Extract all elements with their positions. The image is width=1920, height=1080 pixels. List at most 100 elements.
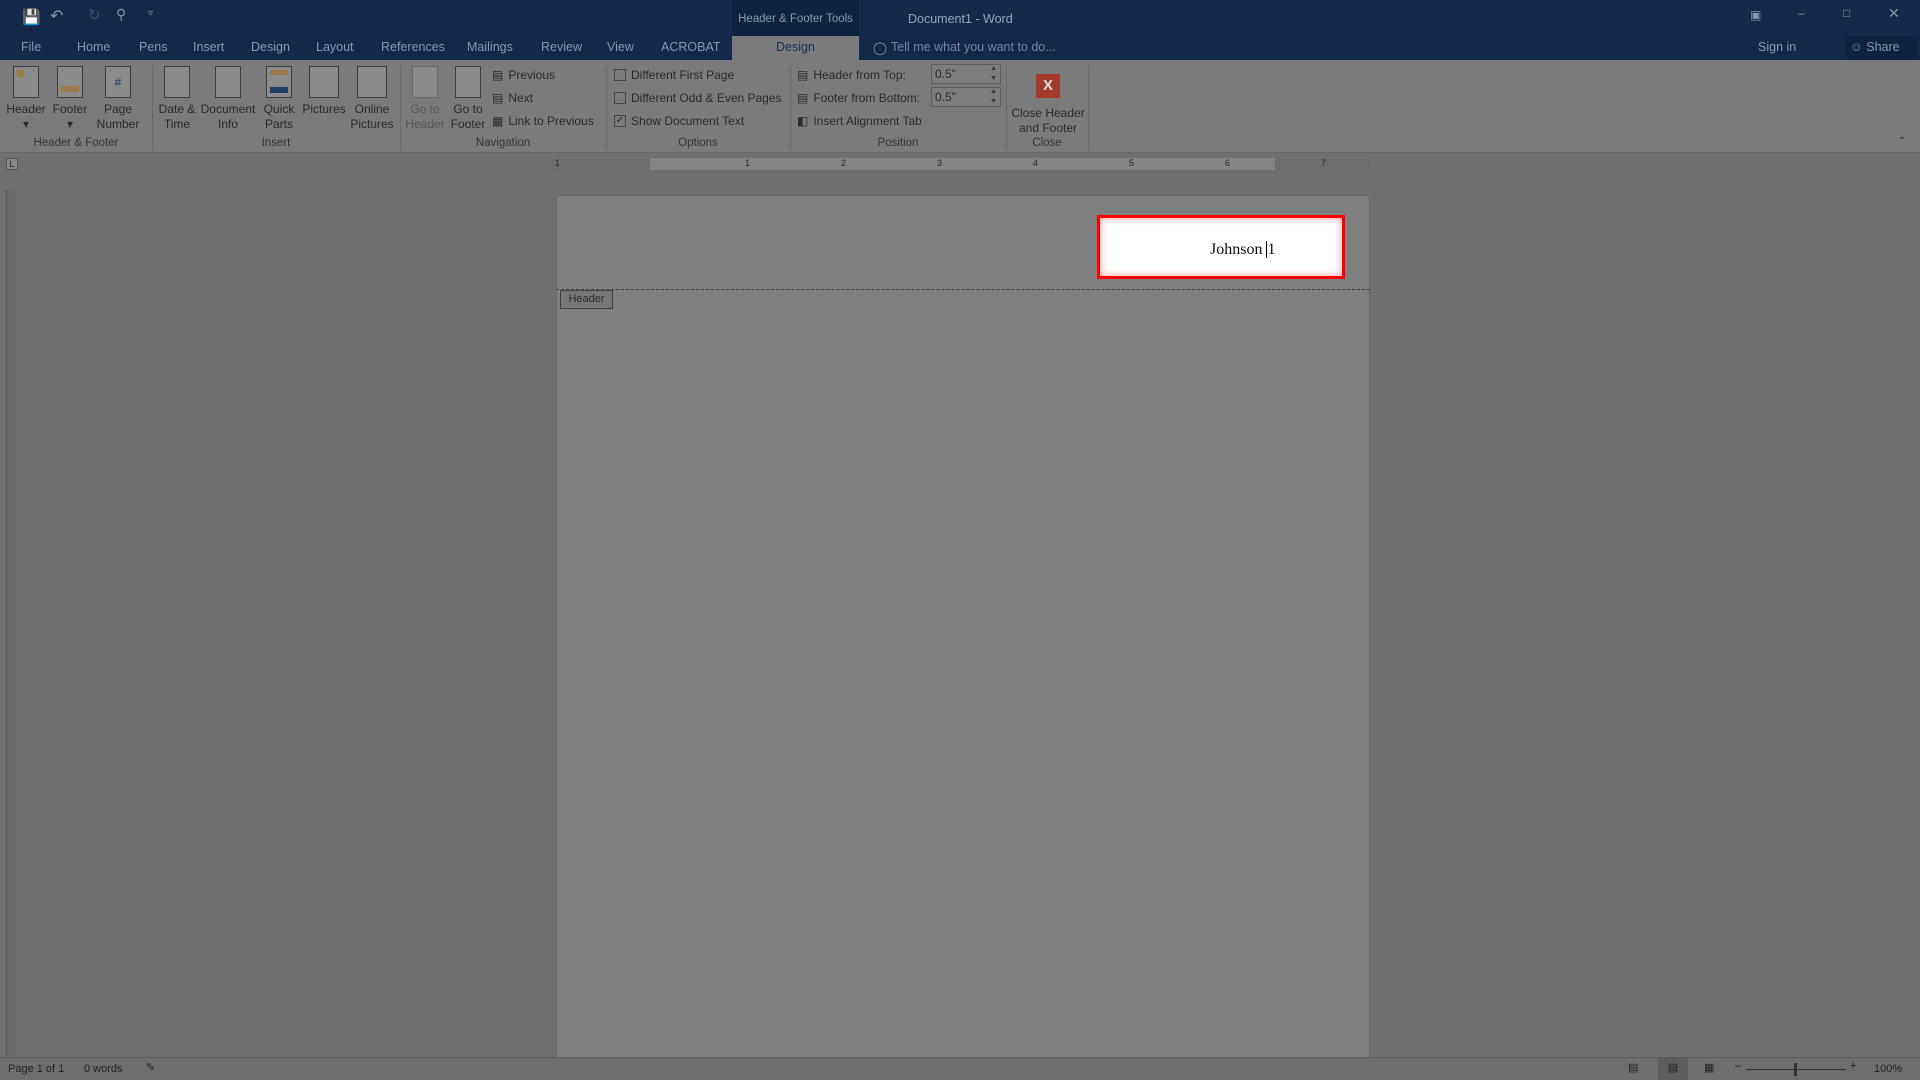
ribbon-display-options-icon[interactable]: ▣ bbox=[1750, 8, 1761, 22]
docinfo-label-2: Info bbox=[217, 117, 238, 131]
show-doc-text-label: Show Document Text bbox=[631, 114, 745, 128]
diff-odd-even-label: Different Odd & Even Pages bbox=[631, 91, 782, 105]
go-to-header-icon bbox=[412, 66, 438, 98]
tab-pens[interactable]: Pens bbox=[139, 40, 168, 54]
tab-header-footer-design[interactable]: Design bbox=[732, 36, 859, 60]
context-tab-group: Header & Footer Tools bbox=[732, 0, 859, 36]
footer-button[interactable]: Footer ▾ bbox=[50, 66, 90, 132]
header-boundary-line bbox=[556, 289, 1370, 290]
header-content-highlight[interactable]: Johnson 1 bbox=[1097, 215, 1345, 279]
tab-home[interactable]: Home bbox=[77, 40, 110, 54]
pictures-label: Pictures bbox=[302, 102, 346, 116]
online-pictures-button[interactable]: Online Pictures bbox=[348, 66, 396, 132]
tab-file[interactable]: File bbox=[21, 40, 41, 54]
spin-arrows-icon[interactable]: ▲ ▼ bbox=[990, 87, 997, 107]
goto-footer-label-2: Footer bbox=[450, 117, 486, 131]
docinfo-label: Document bbox=[200, 102, 256, 116]
tab-mailings[interactable]: Mailings bbox=[467, 40, 513, 54]
go-to-header-button[interactable]: Go to Header bbox=[403, 66, 447, 132]
vertical-ruler[interactable] bbox=[6, 190, 17, 1056]
page-number-label: Page bbox=[103, 102, 133, 116]
spin-arrows-icon[interactable]: ▲ ▼ bbox=[990, 64, 997, 84]
zoom-in-button[interactable]: + bbox=[1850, 1060, 1856, 1072]
horizontal-ruler[interactable]: 1 1 2 3 4 5 6 7 bbox=[555, 158, 1370, 170]
tab-selector-icon[interactable]: L bbox=[6, 158, 18, 170]
touch-mode-icon[interactable]: ⚲ bbox=[116, 6, 126, 23]
footer-label: Footer bbox=[52, 102, 88, 116]
page-number-label-2: Number bbox=[96, 117, 140, 131]
footer-bottom-value: 0.5" bbox=[935, 90, 956, 104]
print-layout-icon[interactable]: ▤ bbox=[1658, 1058, 1688, 1080]
goto-header-label-2: Header bbox=[405, 117, 445, 131]
zoom-level[interactable]: 100% bbox=[1874, 1063, 1902, 1075]
page-count[interactable]: Page 1 of 1 bbox=[8, 1063, 64, 1075]
quick-parts-button[interactable]: Quick Parts bbox=[258, 66, 300, 132]
header-text[interactable]: Johnson 1 bbox=[1210, 241, 1276, 259]
header-author-name: Johnson bbox=[1210, 241, 1267, 258]
undo-icon[interactable]: ↶ bbox=[50, 6, 63, 26]
insert-alignment-tab-button[interactable]: ◧ Insert Alignment Tab bbox=[797, 114, 922, 128]
parts-label: Parts bbox=[264, 117, 293, 131]
group-label-navigation: Navigation bbox=[475, 137, 531, 149]
close-header-footer-button[interactable]: X Close Header and Footer bbox=[1010, 66, 1086, 136]
tab-references[interactable]: References bbox=[381, 40, 445, 54]
header-top-text: Header from Top: bbox=[813, 68, 906, 82]
save-icon[interactable]: 💾 bbox=[22, 8, 41, 26]
minimize-button[interactable]: – bbox=[1798, 6, 1805, 20]
zoom-slider-thumb[interactable] bbox=[1794, 1063, 1797, 1076]
close-window-button[interactable]: ✕ bbox=[1888, 5, 1900, 22]
go-to-footer-button[interactable]: Go to Footer bbox=[447, 66, 489, 132]
tab-review[interactable]: Review bbox=[541, 40, 582, 54]
page-number-icon: # bbox=[105, 66, 131, 98]
web-layout-icon[interactable]: ▦ bbox=[1704, 1061, 1714, 1074]
tab-layout[interactable]: Layout bbox=[316, 40, 354, 54]
collapse-ribbon-icon[interactable]: ⌃ bbox=[1898, 136, 1906, 147]
tab-view[interactable]: View bbox=[607, 40, 634, 54]
sign-in-link[interactable]: Sign in bbox=[1758, 40, 1796, 54]
footer-icon bbox=[57, 66, 83, 98]
different-odd-even-checkbox[interactable]: Different Odd & Even Pages bbox=[614, 91, 782, 105]
show-document-text-checkbox[interactable]: ✓ Show Document Text bbox=[614, 114, 744, 128]
previous-button[interactable]: ▤ Previous bbox=[492, 68, 555, 82]
next-label: Next bbox=[508, 91, 534, 105]
redo-icon[interactable]: ↻ bbox=[88, 6, 101, 24]
tab-insert[interactable]: Insert bbox=[193, 40, 224, 54]
document-info-button[interactable]: Document Info bbox=[199, 66, 257, 132]
different-first-page-checkbox[interactable]: Different First Page bbox=[614, 68, 734, 82]
page-number-field[interactable]: 1 bbox=[1266, 241, 1276, 258]
ruler-label: 1 bbox=[555, 158, 561, 168]
pictures-button[interactable]: Pictures bbox=[301, 66, 347, 117]
quick-parts-icon bbox=[266, 66, 292, 98]
tab-design[interactable]: Design bbox=[251, 40, 290, 54]
maximize-button[interactable]: □ bbox=[1843, 6, 1850, 20]
title-bar: 💾 ↶ ↻ ⚲ ▿ Header & Footer Tools Document… bbox=[0, 0, 1920, 36]
window-title: Document1 - Word bbox=[908, 12, 1013, 26]
close-label: Close Header bbox=[1011, 106, 1085, 120]
quick-label: Quick bbox=[263, 102, 295, 116]
page-number-button[interactable]: # Page Number bbox=[90, 66, 146, 132]
header-from-top-input[interactable]: 0.5" ▲ ▼ bbox=[931, 64, 1001, 84]
next-button[interactable]: ▤ Next bbox=[492, 91, 533, 105]
checkbox-icon bbox=[614, 92, 626, 104]
header-button[interactable]: Header ▾ bbox=[6, 66, 46, 132]
document-info-icon bbox=[215, 66, 241, 98]
footer-from-bottom-input[interactable]: 0.5" ▲ ▼ bbox=[931, 87, 1001, 107]
date-time-button[interactable]: Date & Time bbox=[155, 66, 199, 132]
document-page[interactable] bbox=[556, 195, 1370, 1057]
ruler-label: 6 bbox=[1225, 158, 1231, 168]
link-to-previous-button[interactable]: ▦ Link to Previous bbox=[492, 114, 594, 128]
previous-icon: ▤ bbox=[492, 68, 504, 82]
pictures-icon bbox=[309, 66, 339, 98]
header-icon bbox=[13, 66, 39, 98]
proofing-icon[interactable]: ✎ bbox=[146, 1061, 155, 1074]
footer-from-bottom-label: ▤ Footer from Bottom: bbox=[797, 91, 920, 105]
word-count[interactable]: 0 words bbox=[84, 1063, 123, 1075]
customize-qat-icon[interactable]: ▿ bbox=[148, 8, 153, 19]
tab-acrobat[interactable]: ACROBAT bbox=[661, 40, 721, 54]
previous-label: Previous bbox=[508, 68, 556, 82]
share-button[interactable]: ☺ Share bbox=[1846, 36, 1918, 60]
read-mode-icon[interactable]: ▤ bbox=[1628, 1061, 1638, 1074]
tell-me-input[interactable]: Tell me what you want to do... bbox=[891, 40, 1056, 54]
person-icon: ☺ bbox=[1850, 40, 1867, 54]
zoom-out-button[interactable]: – bbox=[1735, 1060, 1741, 1072]
